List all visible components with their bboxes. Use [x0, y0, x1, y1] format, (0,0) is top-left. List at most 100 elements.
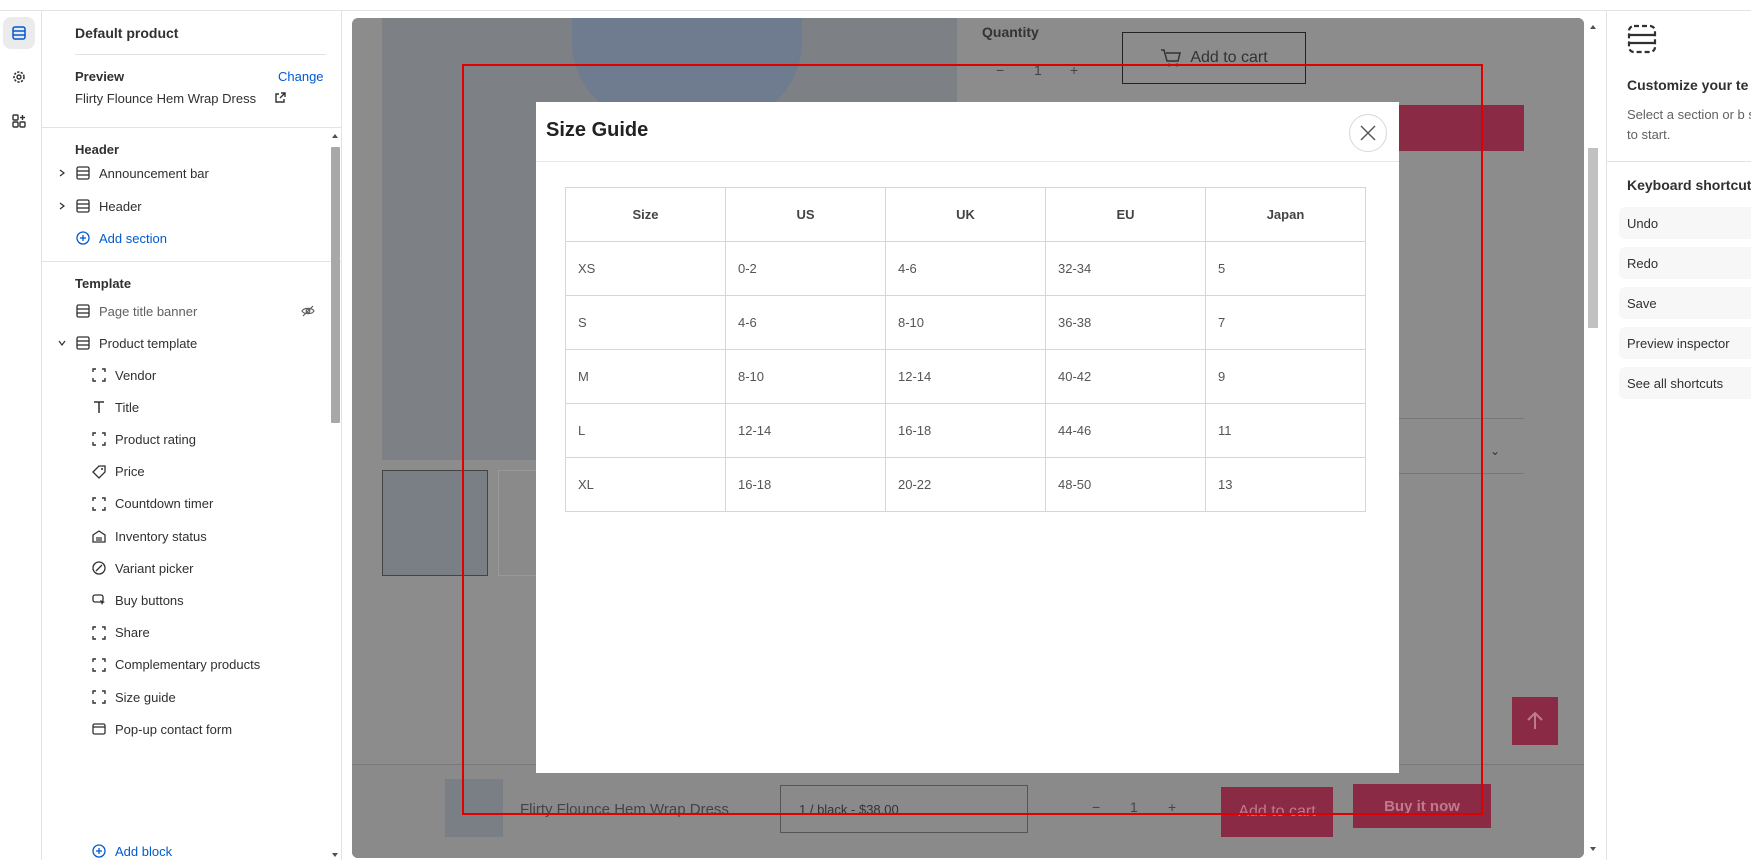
block-item-variant-picker[interactable]: Variant picker — [42, 553, 327, 583]
quantity-label: Quantity — [982, 24, 1039, 40]
right-panel: Customize your te Select a section or b … — [1606, 11, 1751, 860]
sidebar-item-page-title-banner[interactable]: Page title banner — [42, 296, 327, 326]
shortcut-save: Save — [1619, 287, 1751, 319]
add-block-label: Add block — [115, 843, 173, 859]
block-item-label: Product rating — [115, 431, 196, 447]
block-item-label: Variant picker — [115, 560, 194, 576]
right-panel-title: Customize your te — [1627, 77, 1749, 93]
section-icon — [75, 335, 91, 351]
apps-icon — [12, 114, 26, 128]
sections-sidebar: Default product Preview Change Flirty Fl… — [42, 11, 342, 860]
inventory-icon — [91, 528, 107, 544]
sidebar-title: Default product — [75, 25, 179, 41]
sections-rail-button[interactable] — [3, 17, 35, 49]
block-item-complementary-products[interactable]: Complementary products — [42, 650, 327, 680]
divider — [75, 54, 326, 55]
block-item-label: Pop-up contact form — [115, 721, 233, 737]
shortcut-redo: Redo — [1619, 247, 1751, 279]
add-section-label: Add section — [99, 230, 167, 246]
block-icon — [91, 367, 107, 383]
variant-icon — [91, 560, 107, 576]
block-item-label: Price — [115, 464, 145, 480]
scroll-down-icon[interactable] — [1588, 844, 1598, 854]
shortcut-preview-inspector: Preview inspector — [1619, 327, 1751, 359]
section-icon — [75, 303, 91, 319]
back-to-top-button[interactable] — [1512, 697, 1558, 745]
sections-icon — [1627, 24, 1657, 54]
shortcut-label: Undo — [1627, 216, 1659, 231]
block-item-label: Size guide — [115, 689, 176, 705]
shortcut-label: Save — [1627, 296, 1657, 311]
section-icon — [75, 165, 91, 181]
arrow-up-icon — [1527, 711, 1543, 729]
eye-hidden-icon[interactable] — [300, 303, 316, 319]
sidebar-item-header[interactable]: Header — [42, 191, 327, 221]
block-item-product-rating[interactable]: Product rating — [42, 424, 327, 454]
section-icon — [75, 198, 91, 214]
sidebar-item-label: Product template — [99, 335, 198, 351]
divider — [42, 127, 341, 128]
preview-scrollbar[interactable] — [1584, 18, 1602, 858]
block-icon — [91, 657, 107, 673]
block-item-label: Buy buttons — [115, 592, 184, 608]
block-item-price[interactable]: Price — [42, 457, 327, 487]
chevron-down-icon[interactable]: ⌄ — [1490, 444, 1500, 458]
plus-circle-icon — [75, 230, 91, 246]
chevron-down-icon[interactable] — [57, 338, 67, 348]
scroll-down-icon[interactable] — [330, 850, 340, 860]
shortcut-label: See all shortcuts — [1627, 376, 1724, 391]
block-item-inventory-status[interactable]: Inventory status — [42, 521, 327, 551]
block-item-label: Countdown timer — [115, 496, 214, 512]
see-all-shortcuts-link[interactable]: See all shortcuts — [1619, 367, 1751, 399]
scroll-up-icon[interactable] — [330, 131, 340, 141]
form-icon — [91, 721, 107, 737]
external-link-icon[interactable] — [274, 92, 286, 104]
block-icon — [91, 689, 107, 705]
scroll-up-icon[interactable] — [1588, 22, 1598, 32]
sidebar-item-announcement-bar[interactable]: Announcement bar — [42, 158, 327, 188]
sidebar-scrollbar[interactable] — [327, 131, 341, 860]
chevron-right-icon[interactable] — [57, 168, 67, 178]
top-bar — [0, 0, 1751, 11]
left-rail — [0, 11, 42, 860]
shortcut-label: Redo — [1627, 256, 1659, 271]
add-block-button[interactable]: Add block — [42, 836, 327, 860]
keyboard-shortcuts-title: Keyboard shortcut — [1627, 177, 1751, 193]
divider — [1607, 161, 1751, 162]
settings-rail-button[interactable] — [3, 61, 35, 93]
block-item-buy-buttons[interactable]: Buy buttons — [42, 585, 327, 615]
block-item-pop-up-contact-form[interactable]: Pop-up contact form — [42, 714, 327, 744]
header-group-label: Header — [75, 142, 120, 157]
sections-icon — [12, 26, 26, 40]
block-item-label: Complementary products — [115, 657, 261, 673]
block-item-title[interactable]: Title — [42, 392, 327, 422]
sidebar-scrollbar-thumb[interactable] — [331, 147, 340, 423]
shortcut-undo: Undo — [1619, 207, 1751, 239]
sidebar-item-label: Announcement bar — [99, 165, 209, 181]
block-item-label: Title — [115, 399, 140, 415]
sidebar-item-label: Header — [99, 198, 142, 214]
preview-scrollbar-thumb[interactable] — [1588, 148, 1598, 328]
buy-button-icon — [91, 592, 107, 608]
highlight-annotation-box — [462, 64, 1483, 815]
block-item-vendor[interactable]: Vendor — [42, 360, 327, 390]
preview-label: Preview — [75, 69, 125, 84]
template-group-label: Template — [75, 276, 132, 291]
text-icon — [91, 399, 107, 415]
block-item-label: Vendor — [115, 367, 157, 383]
block-item-share[interactable]: Share — [42, 618, 327, 648]
tag-icon — [91, 464, 107, 480]
right-panel-description: Select a section or b sidebar to start. — [1627, 107, 1751, 142]
add-section-button[interactable]: Add section — [42, 223, 327, 253]
change-link[interactable]: Change — [278, 69, 324, 84]
preview-product-name[interactable]: Flirty Flounce Hem Wrap Dress — [75, 91, 256, 106]
gear-icon — [13, 71, 25, 83]
block-item-size-guide[interactable]: Size guide — [42, 682, 327, 712]
block-icon — [91, 496, 107, 512]
block-item-countdown-timer[interactable]: Countdown timer — [42, 489, 327, 519]
chevron-right-icon[interactable] — [57, 201, 67, 211]
block-item-label: Share — [115, 625, 150, 641]
apps-rail-button[interactable] — [3, 105, 35, 137]
sidebar-item-product-template[interactable]: Product template — [42, 328, 327, 358]
block-icon — [91, 431, 107, 447]
